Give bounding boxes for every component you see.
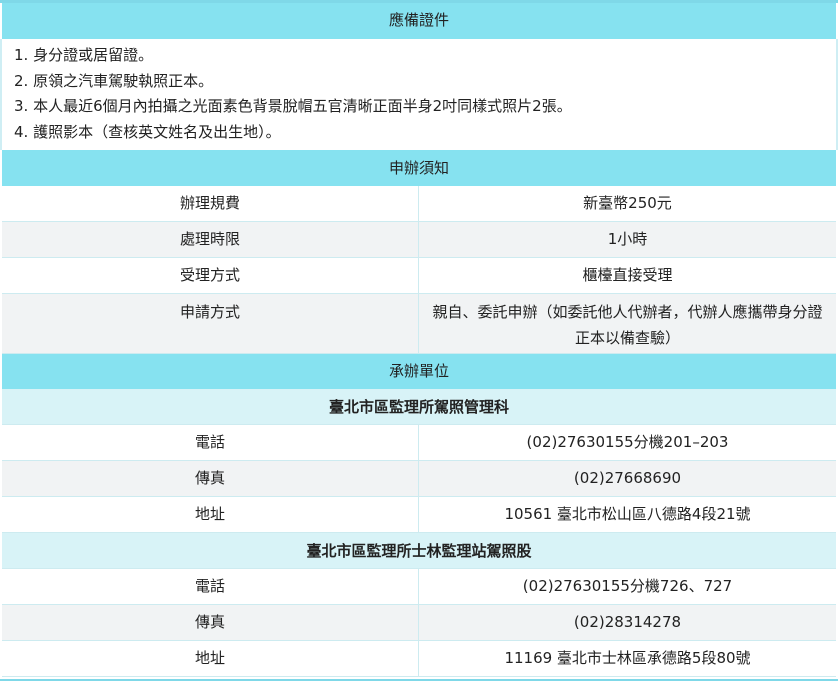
list-item: 4. 護照影本（查核英文姓名及出生地）。 xyxy=(14,122,281,141)
row-value: (02)27630155分機201–203 xyxy=(526,433,729,451)
row-label: 處理時限 xyxy=(2,222,419,257)
list-item: 3. 本人最近6個月內拍攝之光面素色背景脫帽五官清晰正面半身2吋同樣式照片2張。 xyxy=(14,97,572,115)
row-value: 櫃檯直接受理 xyxy=(582,266,673,284)
row-value: 親自、委託申辦（如委託他人代辦者，代辦人應攜帶身分證正本以備查驗） xyxy=(432,303,823,347)
row-value: 10561 臺北市松山區八德路4段21號 xyxy=(504,505,751,523)
required-docs-list: 1. 身分證或居留證。 2. 原領之汽車駕駛執照正本。 3. 本人最近6個月內拍… xyxy=(0,39,838,150)
table-row: 處理時限 1小時 xyxy=(2,222,836,258)
table-row: 傳真 (02)27668690 xyxy=(2,461,836,497)
row-value: 11169 臺北市士林區承德路5段80號 xyxy=(504,649,751,667)
row-value: 新臺幣250元 xyxy=(583,194,672,212)
table-row: 地址 11169 臺北市士林區承德路5段80號 xyxy=(2,641,836,677)
table-row: 辦理規費 新臺幣250元 xyxy=(2,186,836,222)
units-header: 承辦單位 xyxy=(2,354,836,389)
row-value: 1小時 xyxy=(607,230,648,248)
office-name: 臺北市區監理所駕照管理科 xyxy=(2,389,836,425)
row-label: 傳真 xyxy=(2,605,419,640)
row-label: 受理方式 xyxy=(2,258,419,293)
table-row: 地址 10561 臺北市松山區八德路4段21號 xyxy=(2,497,836,533)
row-label: 辦理規費 xyxy=(2,186,419,221)
row-label: 地址 xyxy=(2,641,419,676)
required-docs-header: 應備證件 xyxy=(2,3,836,39)
row-label: 電話 xyxy=(2,425,419,460)
row-label: 申請方式 xyxy=(2,294,419,353)
row-label: 傳真 xyxy=(2,461,419,496)
table-row: 電話 (02)27630155分機201–203 xyxy=(2,425,836,461)
list-item: 2. 原領之汽車駕駛執照正本。 xyxy=(14,71,214,90)
table-row: 受理方式 櫃檯直接受理 xyxy=(2,258,836,294)
table-row: 申請方式 親自、委託申辦（如委託他人代辦者，代辦人應攜帶身分證正本以備查驗） xyxy=(2,294,836,354)
license-info-table: 應備證件 1. 身分證或居留證。 2. 原領之汽車駕駛執照正本。 3. 本人最近… xyxy=(0,0,838,681)
row-value: (02)27668690 xyxy=(573,469,682,487)
table-row: 傳真 (02)28314278 xyxy=(2,605,836,641)
office-name: 臺北市區監理所士林監理站駕照股 xyxy=(2,533,836,569)
row-value: (02)28314278 xyxy=(573,613,682,631)
row-label: 地址 xyxy=(2,497,419,532)
row-value: (02)27630155分機726、727 xyxy=(522,577,733,595)
row-label: 電話 xyxy=(2,569,419,604)
notice-header: 申辦須知 xyxy=(2,150,836,186)
list-item: 1. 身分證或居留證。 xyxy=(14,46,154,64)
table-row: 電話 (02)27630155分機726、727 xyxy=(2,569,836,605)
